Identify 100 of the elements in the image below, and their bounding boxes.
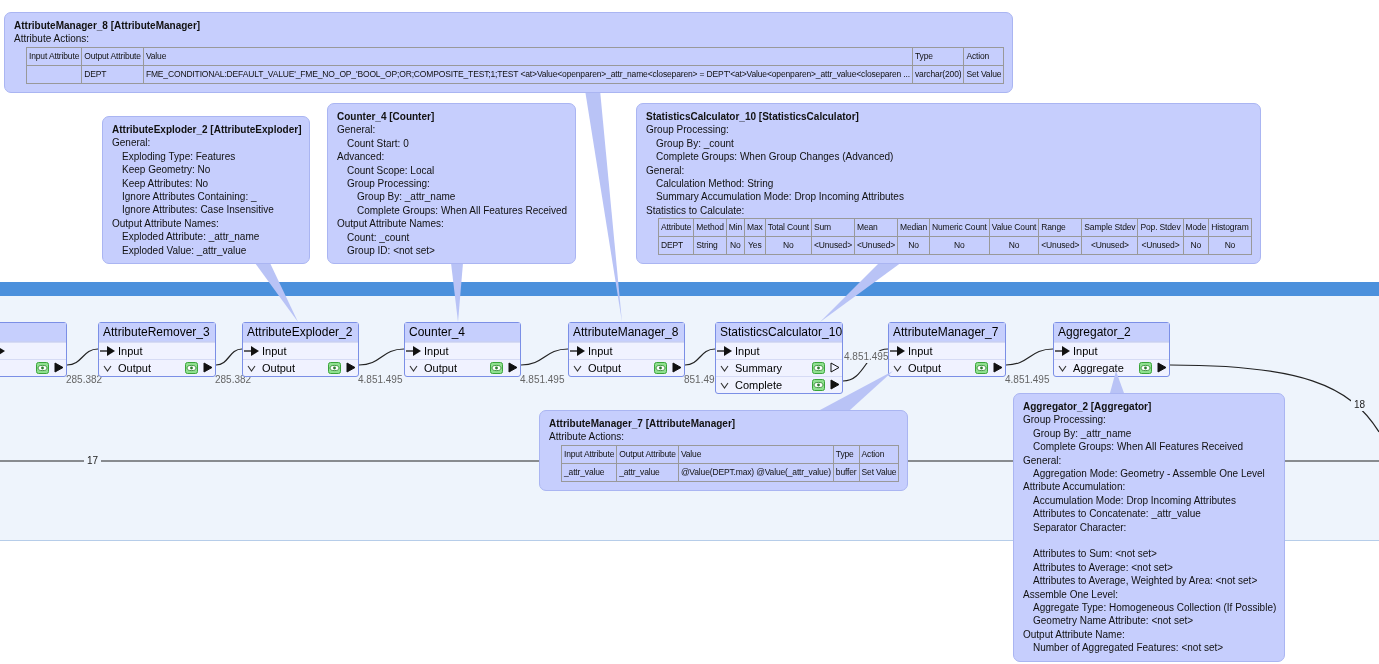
chevron-down-icon[interactable] [573, 364, 582, 372]
table-cell: DEPT [658, 236, 694, 255]
output-triangle-icon[interactable] [508, 362, 518, 373]
transformer-node[interactable]: AttributeExploder_2 Input Output [242, 322, 359, 377]
table-cell: String [693, 236, 727, 255]
port-label: Input [424, 345, 449, 357]
table-header-cell: Range [1038, 218, 1082, 237]
eye-icon[interactable] [975, 362, 988, 374]
tooltip-line: General: [1023, 454, 1062, 466]
port-label: Aggregate [1073, 362, 1124, 374]
table-header-cell: Value [678, 445, 834, 464]
input-arrow-icon [717, 346, 733, 356]
port-label: Output [118, 362, 152, 374]
feature-count: 4.851.495 [844, 351, 889, 363]
port-label: Input [908, 345, 933, 357]
chevron-down-icon[interactable] [1058, 364, 1067, 372]
table-header-cell: Sum [811, 218, 855, 237]
chevron-down-icon[interactable] [247, 364, 256, 372]
output-triangle-icon[interactable] [54, 362, 64, 373]
tooltip-line: Exploded Attribute: _attr_name [122, 231, 260, 243]
table-header-cell: Type [833, 445, 860, 464]
tooltip-line: Attributes to Sum: <not set> [1033, 548, 1157, 560]
table-cell: <Unused> [1137, 236, 1184, 255]
eye-icon[interactable] [36, 362, 49, 374]
tooltip-line: Geometry Name Attribute: <not set> [1033, 615, 1194, 627]
tooltip-title: AttributeExploder_2 [AttributeExploder] [112, 123, 302, 137]
tooltip-line: Output Attribute Name: [1023, 628, 1125, 640]
eye-icon[interactable] [185, 362, 198, 374]
tooltip-line: Number of Aggregated Features: <not set> [1033, 642, 1224, 654]
chevron-down-icon[interactable] [103, 364, 112, 372]
chevron-down-icon[interactable] [409, 364, 418, 372]
input-arrow-icon [890, 346, 906, 356]
tooltip-title: Counter_4 [Counter] [337, 110, 436, 124]
output-triangle-icon[interactable] [830, 379, 840, 390]
tooltip-line: Ignore Attributes Containing: _ [122, 191, 257, 203]
tooltip-line: Group By: _attr_name [357, 191, 456, 203]
feature-count: 4.851.495 [358, 374, 403, 386]
tooltip-line: Accumulation Mode: Drop Incoming Attributes [1033, 494, 1236, 506]
tooltip-line: Attributes to Average, Weighted by Area: <not set> [1033, 575, 1258, 587]
output-triangle-icon[interactable] [830, 362, 840, 373]
tooltip-line: Aggregate Type: Homogeneous Collection (If Possible) [1033, 602, 1277, 614]
node-title: AttributeExploder_2 [243, 323, 358, 342]
transformer-node[interactable]: AttributeManager_8 Input Output [568, 322, 685, 377]
transformer-node[interactable]: AttributeRemover_3 Input Output [98, 322, 216, 377]
table-header-cell: Pop. Stdev [1137, 218, 1184, 237]
transformer-node[interactable]: Counter_4 Input Output [404, 322, 521, 377]
tooltip-line: Keep Attributes: No [122, 177, 209, 189]
port-label: Input [1073, 345, 1098, 357]
input-arrow-icon [570, 346, 586, 356]
table-header-cell: Type [912, 47, 964, 66]
tooltip-line: Complete Groups: When Group Changes (Advanced) [656, 151, 894, 163]
transformer-node[interactable]: StatisticsCalculator_10 Input Summary Complete [715, 322, 843, 394]
transformer-node[interactable]: AttributeManager_7 Input Output [888, 322, 1006, 377]
eye-icon[interactable] [1139, 362, 1152, 374]
table-cell: No [1208, 236, 1252, 255]
port-label: Input [588, 345, 613, 357]
table-header-cell: Input Attribute [26, 47, 82, 66]
table-header-cell: Action [859, 445, 899, 464]
tooltip-line: Count: _count [347, 231, 410, 243]
node-title: Aggregator_2 [1054, 323, 1169, 342]
output-triangle-icon[interactable] [346, 362, 356, 373]
port-label: Output [588, 362, 622, 374]
table-cell: _attr_value [561, 463, 617, 482]
output-triangle-icon[interactable] [1157, 362, 1167, 373]
table-header-cell: Action [963, 47, 1004, 66]
tooltip-line: Group By: _count [656, 137, 734, 149]
tooltip-line: Separator Character: [1033, 521, 1127, 533]
table-cell: <Unused> [1038, 236, 1082, 255]
table-cell: <Unused> [1081, 236, 1138, 255]
table-header-cell: Output Attribute [616, 445, 679, 464]
eye-icon[interactable] [328, 362, 341, 374]
tooltip-line: Attributes to Average: <not set> [1033, 561, 1173, 573]
table-cell: _attr_value [616, 463, 679, 482]
callout-pointer [255, 263, 298, 322]
eye-icon[interactable] [812, 379, 825, 391]
tooltip-line: Calculation Method: String [656, 178, 774, 190]
port-label: Input [262, 345, 287, 357]
table-cell: Set Value [963, 65, 1004, 84]
tooltip-line: Attribute Actions: [549, 431, 625, 443]
connection-line [1005, 348, 1054, 366]
tooltip-line: Attribute Accumulation: [1023, 481, 1126, 493]
output-triangle-icon[interactable] [993, 362, 1003, 373]
eye-icon[interactable] [812, 362, 825, 374]
tooltip-line: Advanced: [337, 151, 385, 163]
eye-icon[interactable] [654, 362, 667, 374]
table-header-cell: Min [726, 218, 745, 237]
transformer-node[interactable]: Aggregator_2 Input Aggregate [1053, 322, 1170, 377]
eye-icon[interactable] [490, 362, 503, 374]
node-title: Counter_4 [405, 323, 520, 342]
tooltip-line: Attributes to Concatenate: _attr_value [1033, 508, 1201, 520]
chevron-down-icon[interactable] [893, 364, 902, 372]
feature-count: 17 [84, 455, 102, 467]
tooltip-line: General: [337, 124, 376, 136]
output-triangle-icon[interactable] [672, 362, 682, 373]
output-triangle-icon[interactable] [203, 362, 213, 373]
feature-count: 285.382 [66, 374, 103, 386]
transformer-node[interactable] [0, 322, 67, 377]
tooltip-line: Group Processing: [1023, 414, 1106, 426]
tooltip-title: AttributeManager_7 [AttributeManager] [549, 417, 737, 431]
tooltip-line: Exploding Type: Features [122, 150, 236, 162]
